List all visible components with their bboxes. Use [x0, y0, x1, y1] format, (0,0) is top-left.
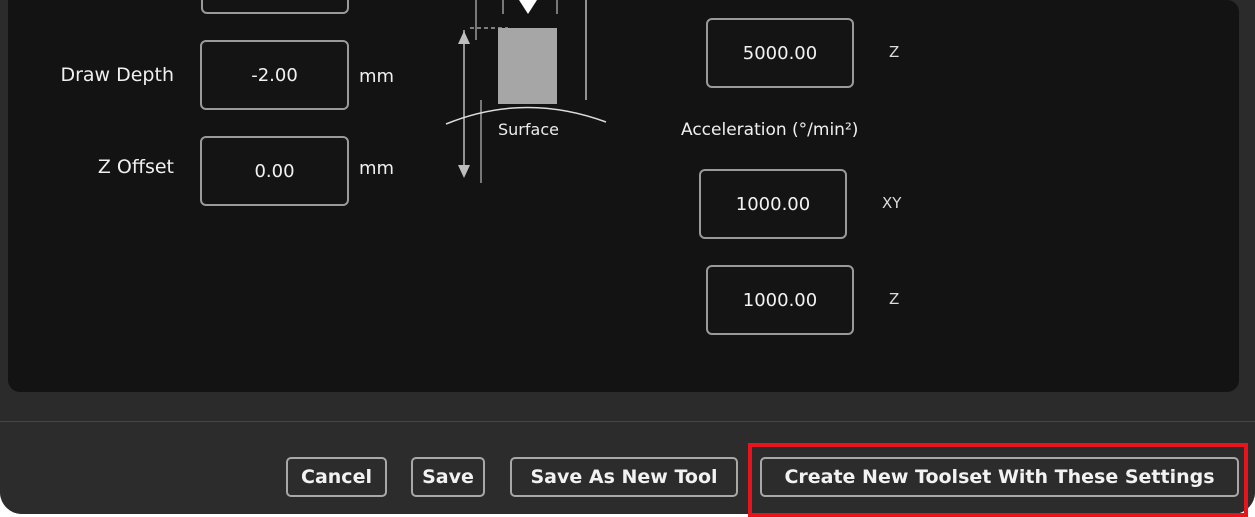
- draw-depth-input[interactable]: [200, 40, 349, 110]
- acceleration-label: Acceleration (°/min²): [681, 120, 859, 140]
- acceleration-xy-input[interactable]: [699, 169, 847, 239]
- acceleration-xy-axis-label: XY: [882, 194, 902, 212]
- feedrate-z-input[interactable]: [706, 18, 854, 88]
- clipped-field-top[interactable]: [201, 0, 349, 14]
- cancel-button[interactable]: Cancel: [286, 457, 387, 497]
- draw-depth-diagram: Surface: [440, 0, 615, 200]
- arrow-up-icon: [458, 31, 470, 44]
- surface-label: Surface: [498, 120, 559, 139]
- arrow-down-icon: [458, 165, 470, 178]
- feedrate-z-axis-label: Z: [889, 43, 900, 61]
- z-offset-input[interactable]: [200, 136, 349, 206]
- tool-settings-window: Draw Depth mm Z Offset mm: [0, 0, 1255, 514]
- z-offset-unit: mm: [359, 158, 395, 179]
- save-button[interactable]: Save: [411, 457, 485, 497]
- save-as-new-tool-button[interactable]: Save As New Tool: [510, 457, 738, 497]
- tool-body: [498, 28, 557, 104]
- settings-panel: Draw Depth mm Z Offset mm: [8, 0, 1239, 392]
- draw-depth-label: Draw Depth: [60, 64, 174, 86]
- draw-depth-unit: mm: [359, 66, 395, 87]
- tool-tip-icon: [519, 0, 537, 14]
- depth-diagram-graphic: [445, 0, 607, 183]
- dialog-footer: Cancel Save Save As New Tool Create New …: [0, 422, 1255, 514]
- acceleration-z-axis-label: Z: [889, 290, 900, 308]
- z-offset-label: Z Offset: [97, 156, 174, 178]
- create-toolset-button[interactable]: Create New Toolset With These Settings: [760, 457, 1239, 497]
- acceleration-z-input[interactable]: [706, 265, 854, 335]
